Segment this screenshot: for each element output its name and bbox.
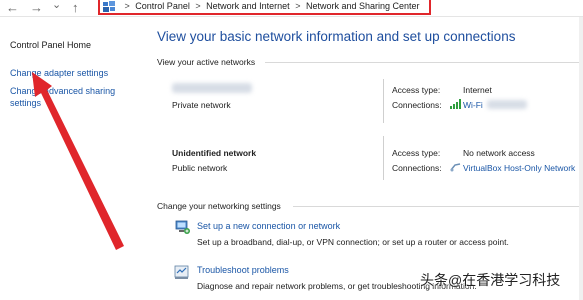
redacted-network-name [172,83,252,93]
redacted-wifi-name [487,100,527,109]
access-type-value: No network access [463,148,535,158]
setup-new-connection-description: Set up a broadband, dial-up, or VPN conn… [197,237,509,247]
troubleshoot-icon [174,265,189,279]
section-divider [265,62,579,63]
column-divider [383,79,384,123]
ethernet-adapter-icon [450,163,461,172]
network-name: Unidentified network [172,148,257,158]
watermark-text: 头条@在香港学习科技 [420,272,561,288]
new-connection-icon [175,220,190,234]
network-type: Private network [172,100,231,110]
page-title: View your basic network information and … [157,29,516,44]
section-divider [293,206,579,207]
virtualbox-connection-link[interactable]: VirtualBox Host-Only Network [463,163,575,173]
wifi-signal-icon [450,99,461,109]
vertical-scrollbar[interactable] [579,17,583,300]
access-type-label: Access type: [392,85,441,95]
arrow-shape [32,72,124,250]
troubleshoot-problems-link[interactable]: Troubleshoot problems [197,265,289,275]
connections-label: Connections: [392,100,442,110]
network-type: Public network [172,163,228,173]
access-type-label: Access type: [392,148,441,158]
access-type-value: Internet [463,85,492,95]
connections-label: Connections: [392,163,442,173]
networking-settings-heading: Change your networking settings [157,201,281,211]
active-networks-heading: View your active networks [157,57,256,67]
column-divider [383,136,384,180]
wifi-connection-link[interactable]: Wi-Fi [463,100,483,110]
setup-new-connection-link[interactable]: Set up a new connection or network [197,221,340,231]
